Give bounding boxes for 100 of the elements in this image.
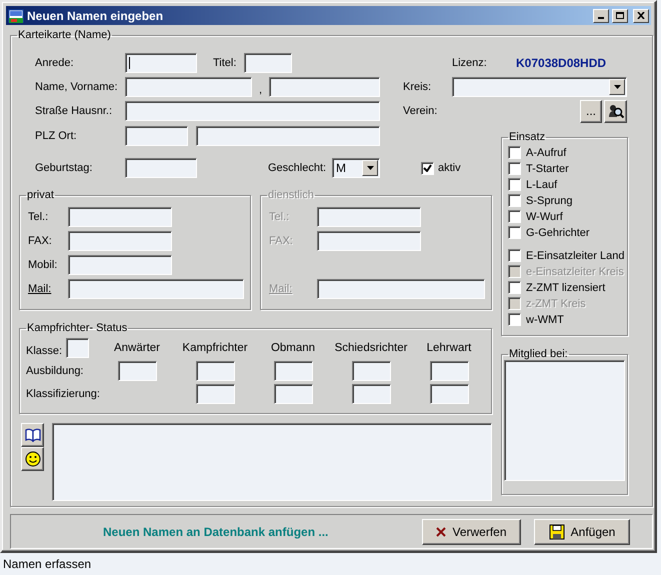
book-icon xyxy=(24,428,40,442)
smiley-icon xyxy=(24,451,40,467)
field-label: Klasse: xyxy=(26,344,62,358)
checkbox-label: w-WMT xyxy=(526,312,564,326)
field-label: Tel.: xyxy=(269,210,290,224)
search-icon xyxy=(608,103,624,119)
checkbox[interactable] xyxy=(508,194,521,207)
birthday-field[interactable] xyxy=(125,158,197,178)
phone-field[interactable] xyxy=(68,231,172,251)
book-button[interactable] xyxy=(21,423,44,447)
license-number: K07038D08HDD xyxy=(516,56,606,70)
field-label: PLZ Ort: xyxy=(35,129,78,143)
maximize-button[interactable] xyxy=(612,8,628,22)
field-label: Geschlecht: xyxy=(268,161,328,175)
classification-field[interactable] xyxy=(352,384,390,404)
anrede-field[interactable] xyxy=(125,53,197,73)
minimize-button[interactable] xyxy=(593,8,609,22)
phone-field[interactable] xyxy=(68,255,172,275)
gender-dropdown[interactable]: M xyxy=(332,158,380,178)
field-label: Tel.: xyxy=(28,210,48,224)
field-label: Lizenz: xyxy=(452,56,488,70)
first-name-field[interactable] xyxy=(269,77,380,97)
field-label: FAX: xyxy=(28,234,52,248)
dropdown-arrow-icon xyxy=(366,166,374,170)
group-label: dienstlich xyxy=(268,189,314,201)
maximize-icon xyxy=(616,12,624,19)
field-label: Geburtstag: xyxy=(35,161,94,175)
checkbox[interactable] xyxy=(508,178,521,191)
browse-button[interactable]: ... xyxy=(580,100,602,122)
hint-text: Neuen Namen an Datenbank anfügen ... xyxy=(103,524,330,538)
checkbox[interactable] xyxy=(508,313,521,326)
kreis-dropdown[interactable] xyxy=(452,77,627,97)
smiley-button[interactable] xyxy=(21,447,44,471)
notes-field[interactable] xyxy=(52,423,492,501)
checkbox[interactable] xyxy=(508,162,521,175)
title-field[interactable] xyxy=(244,53,292,73)
checkbox-label: S-Sprung xyxy=(526,194,572,208)
classification-field[interactable] xyxy=(430,384,468,404)
close-icon xyxy=(637,12,645,19)
city-field[interactable] xyxy=(196,126,380,146)
field-label: Mobil: xyxy=(28,258,58,272)
field-label: Ausbildung: xyxy=(26,364,84,378)
checkbox[interactable] xyxy=(508,210,521,223)
group-label: Einsatz xyxy=(509,131,546,143)
checkbox-label: G-Gehrichter xyxy=(526,226,590,240)
close-button[interactable] xyxy=(633,8,649,22)
group-label: Karteikarte (Name) xyxy=(18,29,111,41)
checkbox[interactable] xyxy=(508,146,521,159)
training-field[interactable] xyxy=(274,361,312,381)
membership-list[interactable] xyxy=(504,360,625,481)
column-header: Anwärter xyxy=(114,341,160,355)
checkbox-label: aktiv xyxy=(438,161,461,175)
checkbox-label: E-Einsatzleiter Land xyxy=(526,248,624,262)
discard-button[interactable]: Verwerfen xyxy=(422,518,521,544)
checkbox-label: z-ZMT Kreis xyxy=(526,296,586,310)
training-field[interactable] xyxy=(352,361,390,381)
class-field[interactable] xyxy=(66,338,90,358)
field-label: Name, Vorname: xyxy=(35,80,119,94)
column-header: Schiedsrichter xyxy=(334,341,408,355)
column-header: Kampfrichter xyxy=(182,341,248,355)
group-label: Mitglied bei: xyxy=(509,348,568,360)
checkbox-label: L-Lauf xyxy=(526,178,558,192)
zip-field[interactable] xyxy=(125,126,188,146)
checkbox-label: A-Aufruf xyxy=(526,146,566,160)
field-label: Anrede: xyxy=(35,56,75,70)
save-button[interactable]: Anfügen xyxy=(534,518,630,544)
mail-link[interactable]: Mail: xyxy=(28,282,52,296)
street-field[interactable] xyxy=(125,101,380,121)
app-icon xyxy=(8,8,24,24)
training-field[interactable] xyxy=(430,361,468,381)
field-label: Straße Hausnr.: xyxy=(35,104,114,118)
column-header: Lehrwart xyxy=(426,341,472,355)
checkmark-icon xyxy=(423,164,432,172)
classification-field[interactable] xyxy=(274,384,312,404)
group-label: privat xyxy=(27,189,54,201)
field-label: Titel: xyxy=(213,56,238,70)
classification-field[interactable] xyxy=(196,384,234,404)
email-field[interactable] xyxy=(68,279,244,299)
training-field[interactable] xyxy=(196,361,234,381)
checkbox[interactable] xyxy=(508,249,521,262)
last-name-field[interactable] xyxy=(125,77,252,97)
dropdown-arrow-icon xyxy=(614,85,620,89)
checkbox-label: W-Wurf xyxy=(526,210,563,224)
phone-field[interactable] xyxy=(68,207,172,227)
checkbox-label: Z-ZMT lizensiert xyxy=(526,280,606,294)
field-label: FAX: xyxy=(269,234,293,248)
search-person-button[interactable] xyxy=(604,100,627,122)
field-label: Verein: xyxy=(403,104,438,118)
checkbox[interactable] xyxy=(421,162,434,174)
checkbox-label: e-Einsatzleiter Kreis xyxy=(526,264,624,278)
field-label: Klassifizierung: xyxy=(26,387,98,401)
cross-icon xyxy=(436,526,446,536)
checkbox[interactable] xyxy=(508,281,521,294)
field-label: Kreis: xyxy=(403,80,432,94)
window-title: Neuen Namen eingeben xyxy=(27,8,164,22)
name-separator: , xyxy=(258,83,264,97)
checkbox[interactable] xyxy=(508,226,521,239)
training-field[interactable] xyxy=(118,361,156,381)
group-label: Kampfrichter- Status xyxy=(27,322,128,334)
checkbox-label: T-Starter xyxy=(526,162,569,176)
